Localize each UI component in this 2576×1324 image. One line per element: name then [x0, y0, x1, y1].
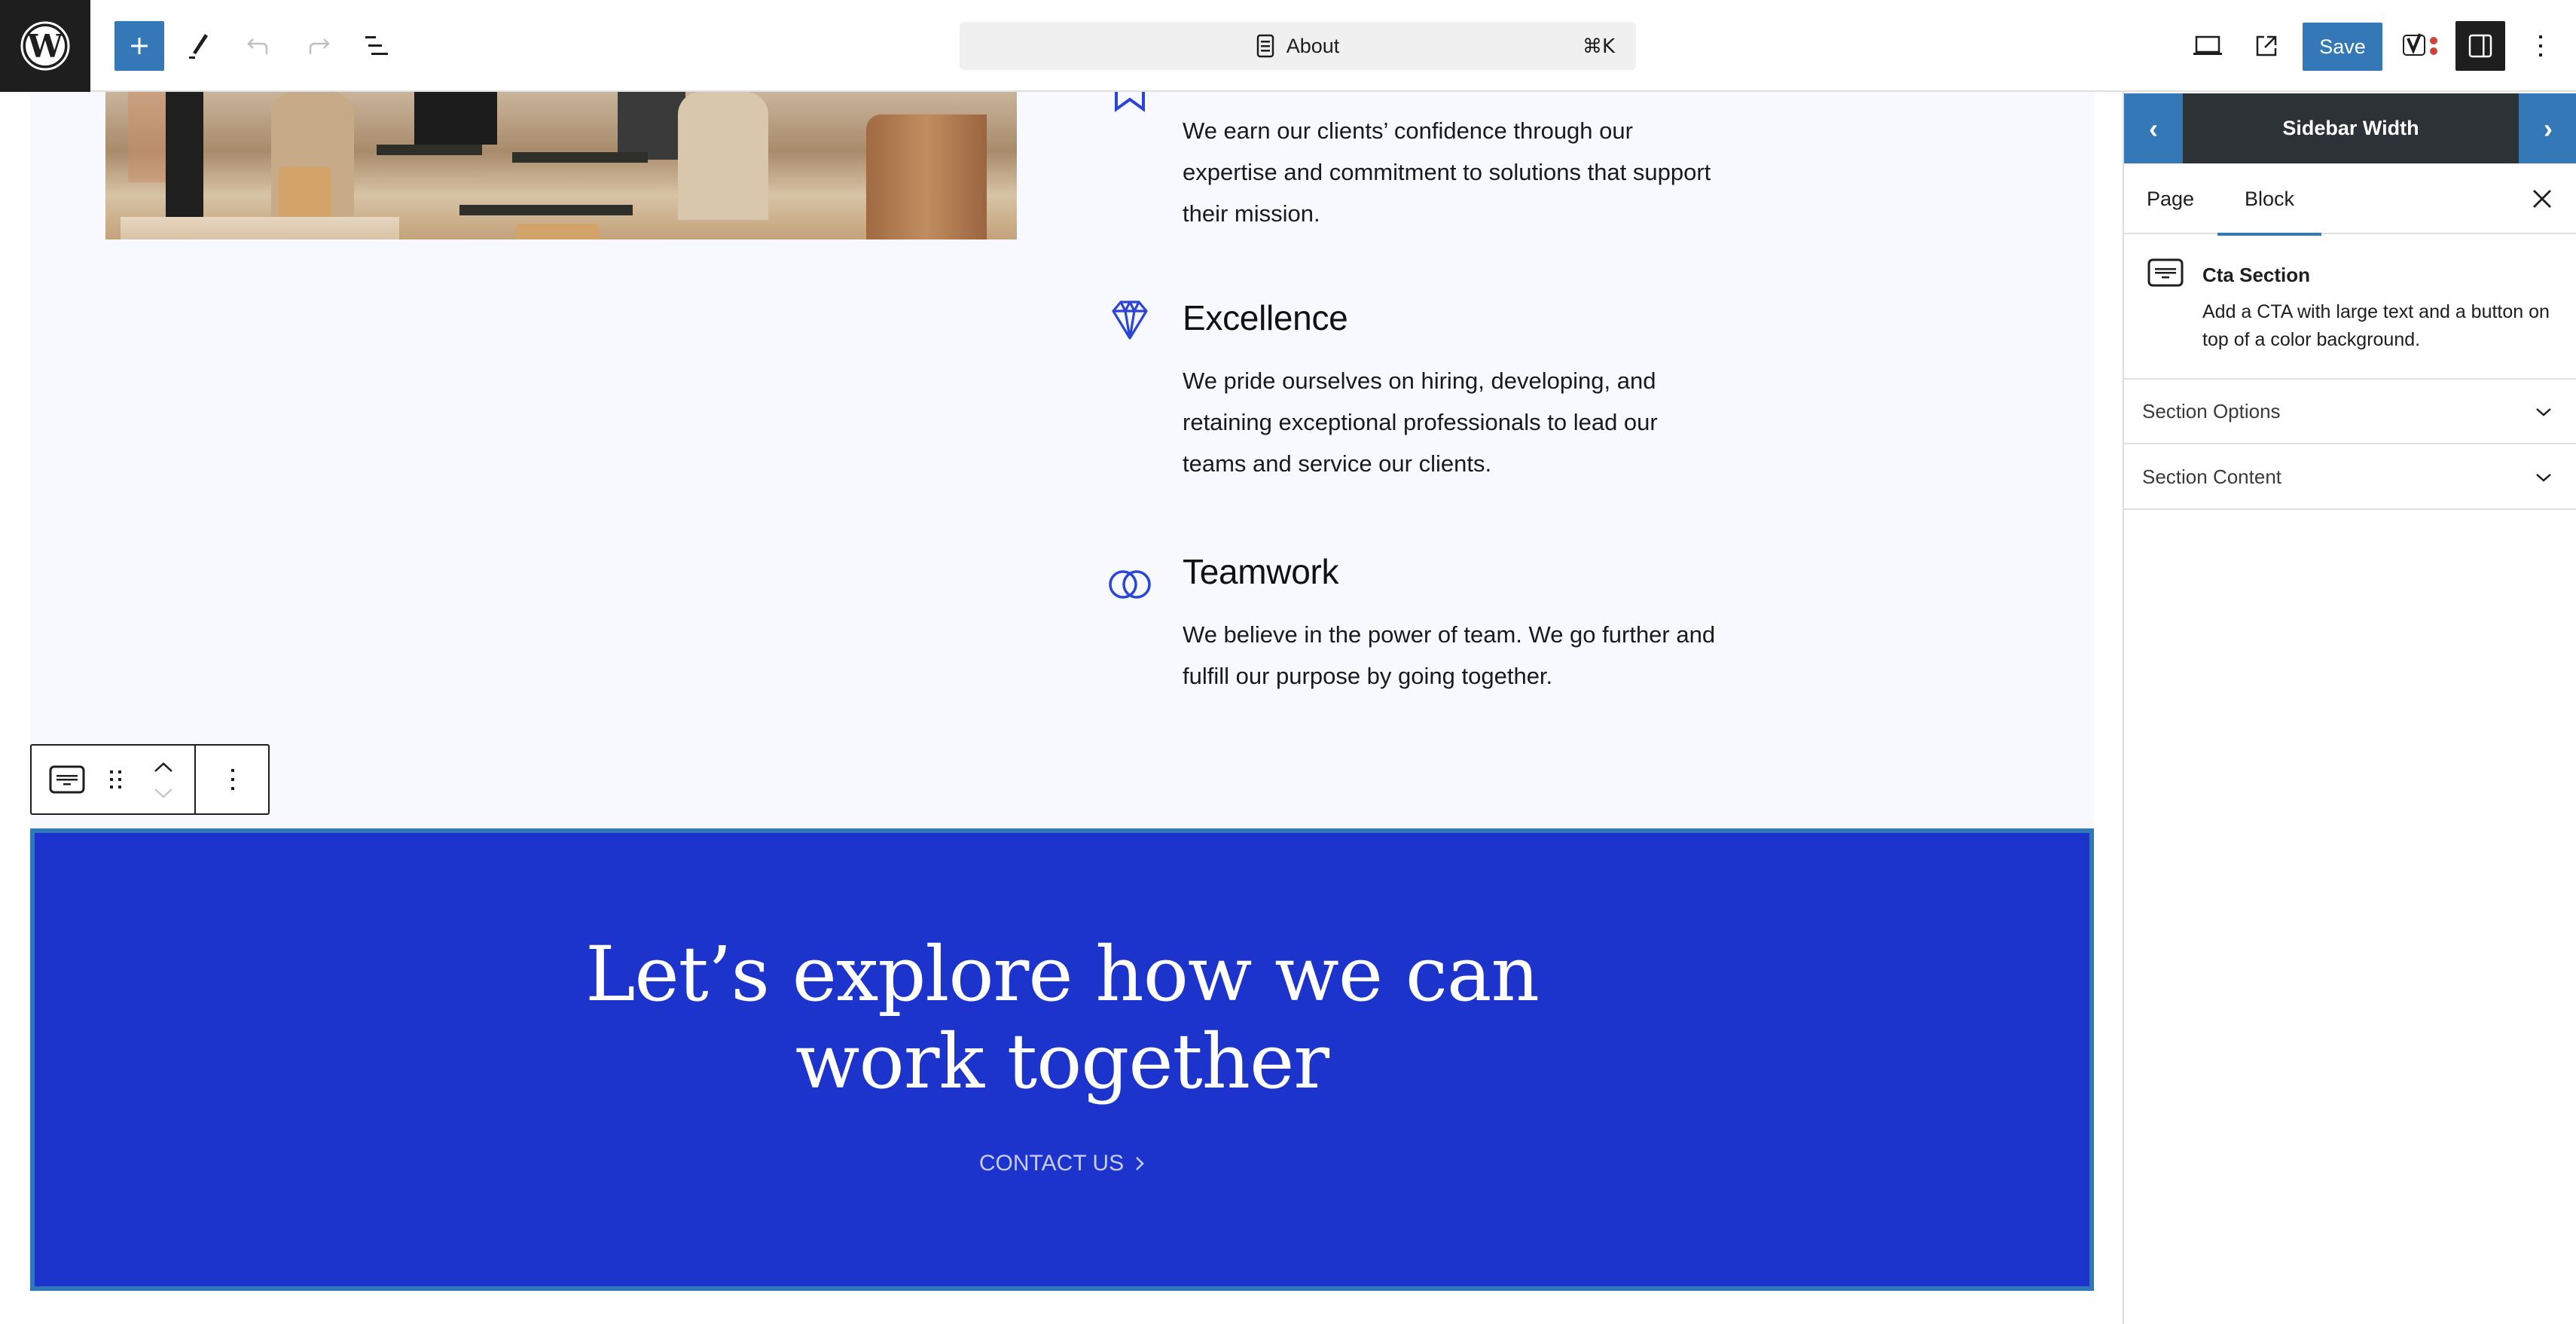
editor-header: W About ⌘K Save [0, 0, 2576, 92]
plus-icon [131, 38, 148, 54]
more-vertical-icon [2539, 35, 2542, 56]
cta-section-icon [49, 765, 85, 794]
command-shortcut: ⌘K [1582, 35, 1615, 58]
image-person [618, 92, 685, 160]
external-link-icon [2256, 35, 2277, 56]
drag-handle-icon [110, 770, 121, 789]
tools-button[interactable] [173, 21, 223, 71]
tab-page[interactable]: Page [2147, 163, 2194, 234]
pencil-icon [189, 34, 208, 59]
panel-section-options[interactable]: Section Options [2124, 380, 2576, 444]
cta-section-block[interactable]: Let’s explore how we can work together C… [30, 828, 2094, 1291]
image-table [459, 205, 633, 215]
image-tabletop [121, 217, 399, 239]
drag-handle[interactable] [101, 761, 131, 798]
contact-us-label: CONTACT US [978, 1151, 1125, 1176]
tab-block[interactable]: Block [2217, 163, 2322, 236]
laptop-icon [2193, 35, 2222, 55]
document-title: About [1286, 34, 1340, 57]
chevron-down-icon [2536, 408, 2551, 416]
chevron-down-icon [2536, 474, 2551, 482]
move-down-button[interactable] [145, 782, 182, 804]
block-card-title: Cta Section [2202, 264, 2311, 286]
feature-text: We pride ourselves on hiring, developing… [1183, 368, 1658, 477]
block-options-button[interactable] [214, 761, 252, 798]
sidebar-toggle-icon [2468, 34, 2492, 58]
view-button[interactable] [2183, 21, 2233, 71]
close-icon[interactable] [2529, 186, 2555, 212]
panel-label: Section Content [2142, 465, 2282, 488]
image-booth [866, 114, 987, 239]
feature-text: We earn our clients’ confidence through … [1183, 117, 1711, 227]
chevron-up-icon [154, 762, 172, 772]
block-card: Cta Section Add a CTA with large text an… [2124, 235, 2576, 380]
list-view-button[interactable] [354, 21, 404, 71]
image-chair [516, 224, 599, 239]
sidebar-width-increase-button[interactable]: › [2519, 93, 2576, 163]
chevron-down-icon [154, 789, 172, 798]
image-person [678, 92, 768, 220]
block-card-description: Add a CTA with large text and a button o… [2202, 301, 2550, 350]
wordpress-logo-button[interactable]: W [0, 0, 90, 92]
undo-icon [247, 38, 268, 54]
cta-heading-line: work together [795, 1017, 1329, 1106]
sidebar-width-decrease-button[interactable]: ‹ [2124, 93, 2183, 163]
wordpress-logo-icon: W [20, 21, 70, 71]
sidebar-width-bar: ‹ Sidebar Width › [2124, 93, 2576, 163]
settings-sidebar: ‹ Sidebar Width › Page Block Cta Section… [2123, 92, 2576, 1324]
feature-text: We believe in the power of team. We go f… [1183, 621, 1716, 689]
cta-heading[interactable]: Let’s explore how we can work together [35, 931, 2089, 1106]
sidebar-width-title: Sidebar Width [2282, 117, 2419, 139]
svg-text:W: W [26, 28, 63, 65]
page-icon [1256, 34, 1274, 58]
sidebar-tabs: Page Block [2124, 163, 2576, 236]
move-up-button[interactable] [145, 755, 182, 780]
options-menu-button[interactable] [2516, 21, 2565, 71]
cta-heading-line: Let’s explore how we can [585, 930, 1540, 1018]
block-type-button[interactable] [47, 761, 87, 798]
view-post-button[interactable] [2242, 21, 2291, 71]
team-meeting-image[interactable] [105, 92, 1017, 239]
panel-label: Section Options [2142, 399, 2281, 423]
redo-button[interactable] [294, 21, 343, 71]
save-button[interactable]: Save [2303, 23, 2382, 71]
settings-sidebar-toggle[interactable] [2455, 21, 2505, 71]
chevron-right-icon [1136, 1157, 1144, 1170]
command-palette-bar[interactable]: About ⌘K [960, 22, 1636, 70]
undo-button[interactable] [233, 21, 283, 71]
linked-rings-icon [1109, 570, 1151, 599]
panel-section-content[interactable]: Section Content [2124, 445, 2576, 510]
add-block-button[interactable] [114, 21, 164, 71]
image-table [512, 152, 648, 163]
feature-title: Teamwork [1183, 552, 1339, 591]
block-toolbar [30, 744, 270, 815]
image-pillar [166, 92, 203, 220]
redo-icon [309, 38, 330, 54]
contact-us-link[interactable]: CONTACT US [35, 1151, 2089, 1176]
yoast-seo-button[interactable] [2395, 21, 2448, 71]
list-view-icon [365, 36, 388, 55]
more-vertical-icon [231, 769, 234, 790]
image-person [414, 92, 497, 145]
image-table [377, 145, 482, 155]
diamond-icon [1112, 300, 1148, 340]
yoast-icon [2403, 33, 2437, 56]
cta-section-icon [2147, 258, 2184, 287]
star-icon [1115, 92, 1145, 112]
feature-title: Excellence [1183, 298, 1348, 337]
